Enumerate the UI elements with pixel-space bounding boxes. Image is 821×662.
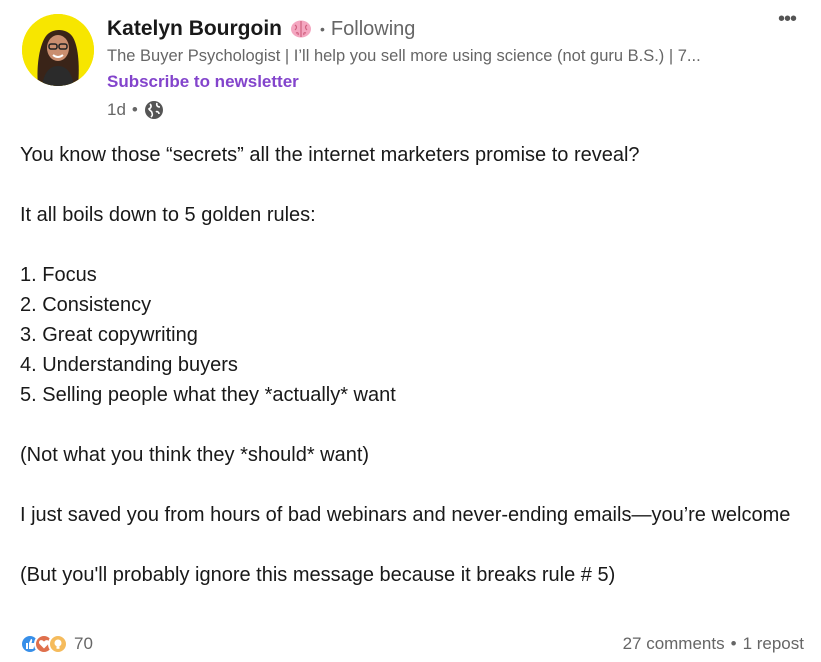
separator: • (320, 21, 325, 37)
insightful-icon (48, 634, 68, 654)
post-paragraph (20, 410, 800, 440)
post-list-item: 1. Focus (20, 264, 97, 286)
post-paragraph: You know those “secrets” all the interne… (20, 144, 640, 166)
reaction-count: 70 (74, 634, 93, 653)
post-paragraph (20, 530, 800, 560)
post-list-item: 3. Great copywriting (20, 324, 198, 346)
post-paragraph: I just saved you from hours of bad webin… (20, 504, 791, 526)
reactions-summary[interactable]: 70 (20, 634, 93, 654)
more-options-button[interactable]: ••• (775, 8, 799, 30)
post-footer: 70 27 comments • 1 repost (20, 630, 804, 658)
author-name[interactable]: Katelyn Bourgoin (107, 17, 282, 41)
post-list-item: 4. Understanding buyers (20, 354, 238, 376)
post-timestamp: 1d (107, 100, 126, 119)
post-paragraph: (But you'll probably ignore this message… (20, 564, 616, 586)
brain-icon (290, 19, 312, 39)
avatar[interactable] (22, 14, 94, 86)
post-paragraph: (Not what you think they *should* want) (20, 444, 370, 466)
engagement-stats: 27 comments • 1 repost (623, 634, 804, 654)
reposts-link[interactable]: 1 repost (743, 634, 804, 654)
author-headline: The Buyer Psychologist | I’ll help you s… (107, 47, 701, 65)
comments-link[interactable]: 27 comments (623, 634, 725, 654)
subscribe-newsletter-link[interactable]: Subscribe to newsletter (107, 72, 299, 92)
post-list-item: 5. Selling people what they *actually* w… (20, 384, 396, 406)
post-paragraph (20, 170, 800, 200)
following-status[interactable]: Following (331, 18, 415, 41)
post-paragraph (20, 470, 800, 500)
post-list-item: 2. Consistency (20, 294, 152, 316)
globe-icon (144, 100, 164, 120)
post-paragraph: It all boils down to 5 golden rules: (20, 204, 316, 226)
post-paragraph (20, 230, 800, 260)
post-body: You know those “secrets” all the interne… (20, 140, 800, 590)
separator: • (730, 634, 737, 653)
separator: • (131, 100, 138, 119)
post-header: Katelyn Bourgoin • Following The Buyer P… (0, 0, 821, 130)
